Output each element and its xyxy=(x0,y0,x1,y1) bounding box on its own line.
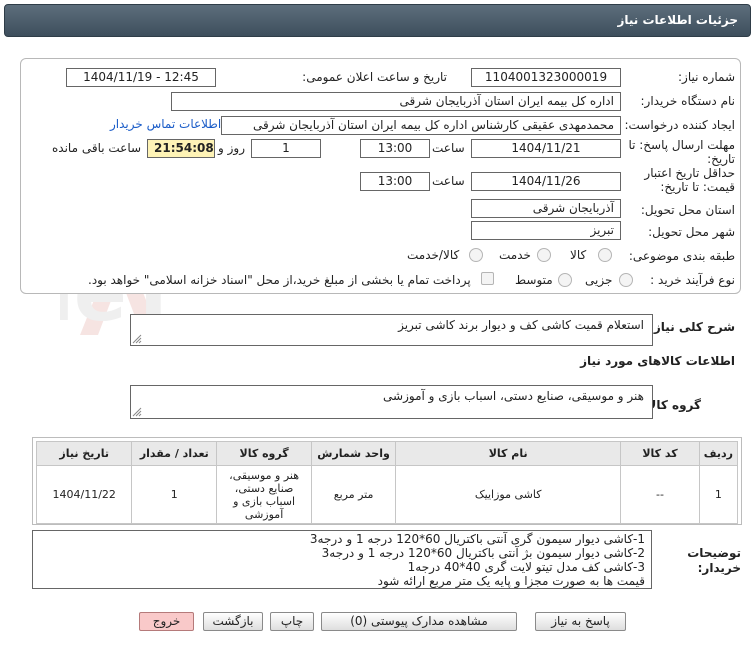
remaining-label: ساعت باقی مانده xyxy=(52,141,142,155)
price-time-label: ساعت xyxy=(432,174,465,188)
cell-name: کاشی موزاییک xyxy=(395,465,622,524)
category-option-service-label: خدمت xyxy=(499,248,531,262)
need-number-field: 1104001323000019 xyxy=(471,68,621,87)
summary-field: استعلام قمیت کاشی کف و دیوار برند کاشی ت… xyxy=(130,314,653,346)
category-option-both-label: کالا/خدمت xyxy=(407,248,460,262)
announce-datetime-label: تاریخ و ساعت اعلان عمومی: xyxy=(302,70,447,84)
delivery-province-label: استان محل تحویل: xyxy=(640,203,735,217)
cell-quantity: 1 xyxy=(131,465,218,524)
col-header-date: تاریخ نیاز xyxy=(35,441,133,466)
col-header-row: ردیف xyxy=(698,441,739,466)
price-validity-time: 13:00 xyxy=(360,172,430,191)
reply-deadline-label-2: تاریخ: xyxy=(707,152,735,166)
buyer-note-line: 2-کاشی دیوار سیمون بژ آنتی باکتریال 60*1… xyxy=(321,546,645,560)
col-header-code: کد کالا xyxy=(620,441,700,466)
purchase-type-medium-radio[interactable] xyxy=(558,273,572,287)
col-header-quantity: تعداد / مقدار xyxy=(131,441,218,466)
col-header-name: نام کالا xyxy=(395,441,622,466)
buyer-notes-field: 1-کاشی دیوار سیمون گری آنتی باکتریال 60*… xyxy=(32,530,652,589)
view-attachments-button[interactable]: مشاهده مدارک پیوستی (0) xyxy=(321,612,517,631)
category-option-goods-label: کالا xyxy=(570,248,587,262)
buyer-note-line: قیمت ها به صورت مجزا و پایه یک متر مربع … xyxy=(377,574,645,588)
cell-group: هنر و موسیقی، صنایع دستی، اسباب بازی و آ… xyxy=(216,465,312,524)
buyer-notes-label-2: خریدار: xyxy=(697,561,741,575)
buyer-note-line: 3-کاشی کف مدل تیتو لایت گری 40*40 درجه1 xyxy=(407,560,645,574)
reply-deadline-date: 1404/11/21 xyxy=(471,139,621,158)
delivery-city-label: شهر محل تحویل: xyxy=(648,225,735,239)
page-title: جزئیات اطلاعات نیاز xyxy=(617,13,738,27)
days-label: روز و xyxy=(218,141,245,155)
category-option-both-radio[interactable] xyxy=(469,248,483,262)
cell-row: 1 xyxy=(698,465,739,524)
cell-code: -- xyxy=(620,465,700,524)
remaining-days: 1 xyxy=(251,139,321,158)
need-number-label: شماره نیاز: xyxy=(678,70,735,84)
cell-date: 1404/11/22 xyxy=(35,465,133,524)
print-button[interactable]: چاپ xyxy=(270,612,314,631)
price-validity-date: 1404/11/26 xyxy=(471,172,621,191)
purchase-type-minor-label: جزیی xyxy=(585,273,613,287)
category-option-goods-radio[interactable] xyxy=(598,248,612,262)
buyer-note-line: 1-کاشی دیوار سیمون گری آنتی باکتریال 60*… xyxy=(309,532,645,546)
buyer-org-label: نام دستگاه خریدار: xyxy=(640,94,736,108)
goods-info-title: اطلاعات کالاهای مورد نیاز xyxy=(580,354,735,368)
requester-field: محمدمهدی عقیقی کارشناس اداره کل بیمه ایر… xyxy=(221,116,621,135)
reply-deadline-label-1: مهلت ارسال پاسخ: تا xyxy=(628,138,735,152)
col-header-group: گروه کالا xyxy=(216,441,312,466)
reply-time-label: ساعت xyxy=(432,141,465,155)
category-option-service-radio[interactable] xyxy=(537,248,551,262)
header-bar: جزئیات اطلاعات نیاز xyxy=(4,4,751,37)
purchase-type-medium-label: متوسط xyxy=(515,273,553,287)
col-header-unit: واحد شمارش xyxy=(310,441,397,466)
buyer-contact-link[interactable]: اطلاعات تماس خریدار xyxy=(110,117,221,131)
category-label: طبقه بندی موضوعی: xyxy=(628,249,735,263)
purchase-type-label: نوع فرآیند خرید : xyxy=(650,273,735,287)
reply-button[interactable]: پاسخ به نیاز xyxy=(535,612,626,631)
remaining-time: 21:54:08 xyxy=(147,139,215,158)
summary-text: استعلام قمیت کاشی کف و دیوار برند کاشی ت… xyxy=(398,318,644,332)
back-button[interactable]: بازگشت xyxy=(203,612,263,631)
buyer-notes-label-1: توضیحات xyxy=(687,546,741,560)
cell-unit: متر مربع xyxy=(310,465,397,524)
requester-label: ایجاد کننده درخواست: xyxy=(624,118,735,132)
resize-grip-icon[interactable] xyxy=(132,334,142,344)
treasury-payment-note: پرداخت تمام یا بخشی از مبلغ خرید،از محل … xyxy=(88,273,471,287)
reply-deadline-time: 13:00 xyxy=(360,139,430,158)
delivery-province-field: آذربایجان شرقی xyxy=(471,199,621,218)
buyer-org-field: اداره کل بیمه ایران استان آذربایجان شرقی xyxy=(171,92,621,111)
table-row: 1 -- کاشی موزاییک متر مربع هنر و موسیقی،… xyxy=(35,465,739,524)
price-validity-label-2: قیمت: تا تاریخ: xyxy=(660,180,735,194)
resize-grip-icon[interactable] xyxy=(132,407,142,417)
summary-label: شرح کلی نیاز: xyxy=(649,320,735,334)
items-table: ردیف کد کالا نام کالا واحد شمارش گروه کا… xyxy=(35,441,739,524)
treasury-payment-checkbox[interactable] xyxy=(481,272,494,285)
announce-datetime-field: 1404/11/19 - 12:45 xyxy=(66,68,216,87)
delivery-city-field: تبریز xyxy=(471,221,621,240)
goods-group-text: هنر و موسیقی، صنایع دستی، اسباب بازی و آ… xyxy=(383,389,644,403)
goods-group-field: هنر و موسیقی، صنایع دستی، اسباب بازی و آ… xyxy=(130,385,653,419)
purchase-type-minor-radio[interactable] xyxy=(619,273,633,287)
exit-button[interactable]: خروج xyxy=(139,612,194,631)
price-validity-label-1: حداقل تاریخ اعتبار xyxy=(644,166,735,180)
